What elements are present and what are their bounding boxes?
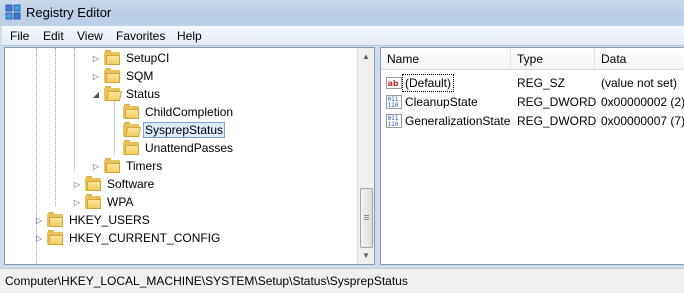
registry-key-tree[interactable]: ▷ SetupCI ▷ SQM ◢ Status ChildCompletion… xyxy=(4,47,375,265)
list-row[interactable]: ab (Default) REG_SZ (value not set) xyxy=(381,74,684,92)
scroll-down-arrow-icon[interactable]: ▼ xyxy=(358,247,374,264)
tree-item-label: WPA xyxy=(107,195,134,209)
tree-item-label: Timers xyxy=(126,159,163,173)
tree-item-childcompletion[interactable]: ChildCompletion xyxy=(123,103,235,121)
registry-values-list[interactable]: Name Type Data ab (Default) REG_SZ (valu… xyxy=(380,47,684,265)
column-header-name[interactable]: Name xyxy=(381,48,511,70)
value-data: 0x00000002 (2) xyxy=(601,95,684,109)
column-header-type[interactable]: Type xyxy=(511,48,595,70)
tree-item-label: Status xyxy=(126,87,161,101)
status-bar: Computer\HKEY_LOCAL_MACHINE\SYSTEM\Setup… xyxy=(0,268,684,293)
value-type: REG_SZ xyxy=(517,76,566,90)
collapse-arrow-icon[interactable]: ◢ xyxy=(91,89,101,99)
scroll-thumb[interactable] xyxy=(360,188,373,248)
value-type: REG_DWORD xyxy=(517,114,597,128)
tree-item-label: Software xyxy=(107,177,155,191)
svg-text:ab: ab xyxy=(388,79,399,88)
tree-vertical-scrollbar[interactable]: ▲ ▼ xyxy=(357,48,374,264)
menu-file[interactable]: File xyxy=(10,29,29,43)
tree-item-sqm[interactable]: ▷ SQM xyxy=(91,67,155,85)
expand-arrow-icon[interactable]: ▷ xyxy=(91,53,101,63)
folder-icon xyxy=(104,157,120,173)
folder-icon xyxy=(123,139,139,155)
menu-help[interactable]: Help xyxy=(177,29,202,43)
tree-item-software[interactable]: ▷ Software xyxy=(72,175,156,193)
value-name: CleanupState xyxy=(405,95,478,109)
tree-item-unattendpasses[interactable]: UnattendPasses xyxy=(123,139,235,157)
tree-item-label: SetupCI xyxy=(126,51,170,65)
tree-item-label: HKEY_USERS xyxy=(69,213,150,227)
folder-icon xyxy=(123,103,139,119)
folder-icon xyxy=(104,49,120,65)
value-data: (value not set) xyxy=(601,76,678,90)
tree-item-label: HKEY_CURRENT_CONFIG xyxy=(69,231,221,245)
menu-bar: File Edit View Favorites Help xyxy=(2,26,684,46)
value-type: REG_DWORD xyxy=(517,95,597,109)
svg-text:110: 110 xyxy=(388,121,399,128)
tree-item-wpa[interactable]: ▷ WPA xyxy=(72,193,135,211)
value-name: (Default) xyxy=(401,74,455,92)
tree-item-setupci[interactable]: ▷ SetupCI xyxy=(91,49,171,67)
registry-editor-icon xyxy=(5,4,21,20)
folder-icon xyxy=(85,193,101,209)
value-data: 0x00000007 (7) xyxy=(601,114,684,128)
column-header-data[interactable]: Data xyxy=(595,48,684,70)
menu-view[interactable]: View xyxy=(77,29,103,43)
list-header: Name Type Data xyxy=(381,48,684,70)
open-folder-icon xyxy=(104,85,123,101)
folder-icon xyxy=(104,67,120,83)
window-title: Registry Editor xyxy=(26,5,112,20)
current-key-path: Computer\HKEY_LOCAL_MACHINE\SYSTEM\Setup… xyxy=(5,274,408,288)
expand-arrow-icon[interactable]: ▷ xyxy=(91,161,101,171)
tree-item-label: UnattendPasses xyxy=(145,141,234,155)
tree-guide-line xyxy=(114,100,115,154)
expand-arrow-icon[interactable]: ▷ xyxy=(72,179,82,189)
expand-arrow-icon[interactable]: ▷ xyxy=(34,215,44,225)
tree-guide-line xyxy=(74,48,75,170)
value-name: GeneralizationState xyxy=(405,114,511,128)
expand-arrow-icon[interactable]: ▷ xyxy=(72,197,82,207)
folder-icon xyxy=(85,175,101,191)
tree-item-label: SysprepStatus xyxy=(143,122,226,138)
string-value-icon: ab xyxy=(386,77,402,89)
tree-item-sysprepstatus[interactable]: SysprepStatus xyxy=(123,121,226,139)
menu-edit[interactable]: Edit xyxy=(43,29,64,43)
expand-arrow-icon[interactable]: ▷ xyxy=(91,71,101,81)
folder-icon xyxy=(47,211,63,227)
tree-item-timers[interactable]: ▷ Timers xyxy=(91,157,164,175)
tree-item-hkey-users[interactable]: ▷ HKEY_USERS xyxy=(34,211,152,229)
menu-favorites[interactable]: Favorites xyxy=(116,29,165,43)
binary-value-icon: 011 110 xyxy=(386,114,402,128)
title-bar[interactable]: Registry Editor xyxy=(0,0,684,26)
tree-item-hkey-current-config[interactable]: ▷ HKEY_CURRENT_CONFIG xyxy=(34,229,222,247)
open-folder-icon xyxy=(123,121,142,137)
tree-item-label: ChildCompletion xyxy=(145,105,234,119)
scroll-up-arrow-icon[interactable]: ▲ xyxy=(358,48,374,65)
svg-text:110: 110 xyxy=(388,102,399,109)
folder-icon xyxy=(47,229,63,245)
tree-item-status[interactable]: ◢ Status xyxy=(91,85,162,103)
tree-item-label: SQM xyxy=(126,69,154,83)
list-row[interactable]: 011 110 CleanupState REG_DWORD 0x0000000… xyxy=(381,93,684,111)
tree-guide-line xyxy=(55,48,56,206)
list-row[interactable]: 011 110 GeneralizationState REG_DWORD 0x… xyxy=(381,112,684,130)
expand-arrow-icon[interactable]: ▷ xyxy=(34,233,44,243)
binary-value-icon: 011 110 xyxy=(386,95,402,109)
